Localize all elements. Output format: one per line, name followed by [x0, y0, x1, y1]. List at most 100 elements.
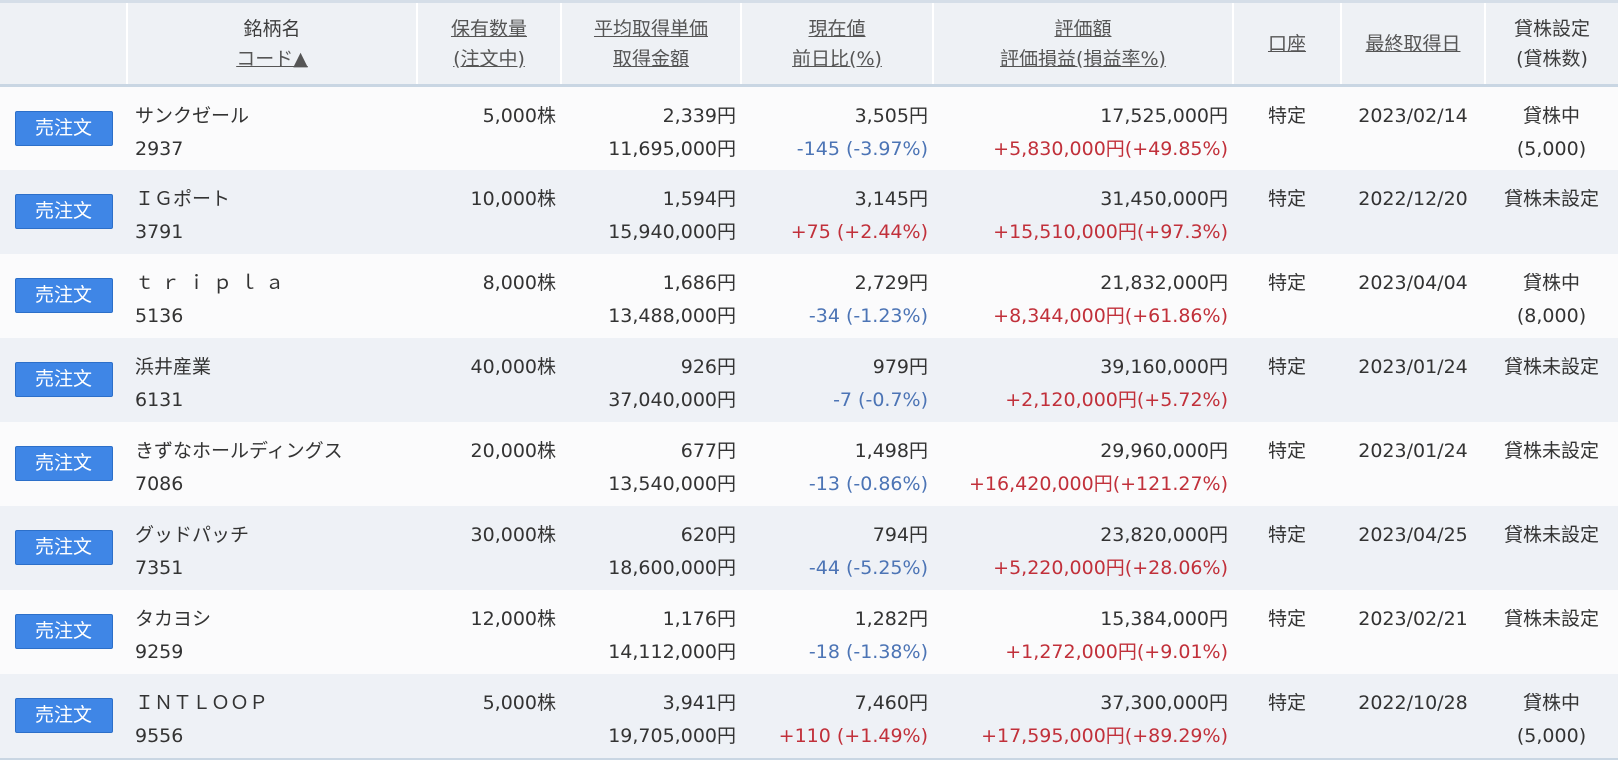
profit-loss: +2,120,000円(+5.72%)	[933, 384, 1228, 417]
sell-order-button[interactable]: 売注文	[14, 698, 113, 733]
sell-order-button[interactable]: 売注文	[14, 194, 113, 229]
date-cell: 2023/04/25	[1341, 505, 1485, 590]
header-code-sort-link[interactable]: コード▲	[128, 44, 416, 74]
action-cell: 売注文	[0, 421, 127, 506]
last-acquired-date: 2023/01/24	[1358, 439, 1468, 462]
sell-order-button[interactable]: 売注文	[14, 110, 113, 146]
header-name-code[interactable]: 銘柄名 コード▲	[127, 3, 418, 87]
last-acquired-date: 2022/12/20	[1358, 187, 1468, 210]
stock-name[interactable]: ｔｒｉｐｌａ	[135, 267, 417, 300]
lending-status: 貸株未設定	[1503, 355, 1599, 378]
name-cell: タカヨシ 9259	[127, 589, 417, 674]
stock-name[interactable]: グッドパッチ	[135, 519, 417, 552]
name-cell: グッドパッチ 7351	[127, 505, 417, 590]
current-price: 1,282円	[854, 607, 928, 630]
price-cell: 794円 -44 (-5.25%)	[741, 505, 933, 590]
acquisition-amount: 18,600,000円	[608, 556, 736, 579]
quantity-cell: 10,000株	[417, 169, 561, 254]
sell-order-button[interactable]: 売注文	[14, 278, 113, 313]
valuation-cell: 29,960,000円 +16,420,000円(+121.27%)	[933, 421, 1233, 506]
sell-order-button[interactable]: 売注文	[14, 362, 113, 397]
average-cost-cell: 926円 37,040,000円	[561, 337, 741, 422]
name-cell: サンクゼール 2937	[127, 85, 417, 170]
header-account-link[interactable]: 口座	[1234, 29, 1340, 59]
account-type: 特定	[1267, 271, 1306, 294]
profit-loss-amount: +2,120,000円	[1005, 388, 1137, 411]
acquisition-amount: 19,705,000円	[608, 724, 736, 747]
day-change: -13 (-0.86%)	[808, 472, 928, 495]
profit-loss-amount: +5,830,000円	[993, 138, 1125, 160]
account-cell: 特定	[1233, 589, 1341, 674]
header-pending-link[interactable]: (注文中)	[418, 44, 560, 74]
holdings-panel: 銘柄名 コード▲ 保有数量 (注文中) 平均取得単価 取得金額 現在値 前日比(…	[0, 0, 1618, 766]
stock-name[interactable]: タカヨシ	[135, 603, 417, 636]
current-price: 7,460円	[854, 691, 928, 714]
sell-order-button[interactable]: 売注文	[14, 530, 113, 565]
day-change: -7 (-0.7%)	[833, 388, 928, 411]
profit-loss: +15,510,000円(+97.3%)	[933, 216, 1228, 249]
header-change-link[interactable]: 前日比(%)	[742, 44, 932, 74]
lending-status: 貸株未設定	[1503, 607, 1599, 630]
account-type: 特定	[1267, 691, 1306, 714]
stock-code: 2937	[135, 138, 184, 160]
lending-status: 貸株中	[1522, 105, 1580, 127]
header-date-link[interactable]: 最終取得日	[1342, 29, 1484, 59]
stock-name[interactable]: サンクゼール	[135, 100, 417, 133]
header-price-link[interactable]: 現在値	[742, 14, 932, 44]
price-cell: 2,729円 -34 (-1.23%)	[741, 253, 933, 338]
price-cell: 1,498円 -13 (-0.86%)	[741, 421, 933, 506]
average-price: 926円	[680, 355, 736, 378]
header-quantity[interactable]: 保有数量 (注文中)	[417, 3, 562, 87]
header-valuation[interactable]: 評価額 評価損益(損益率%)	[933, 3, 1234, 87]
header-last-date[interactable]: 最終取得日	[1341, 3, 1486, 87]
header-lend-label: 貸株設定	[1513, 17, 1590, 40]
profit-loss-rate: (+5.72%)	[1136, 388, 1228, 411]
header-qty-link[interactable]: 保有数量	[418, 14, 560, 44]
account-cell: 特定	[1233, 421, 1341, 506]
account-cell: 特定	[1233, 85, 1341, 170]
stock-name[interactable]: ＩＮＴＬＯＯＰ	[135, 687, 417, 720]
profit-loss-rate: (+121.27%)	[1112, 472, 1228, 495]
account-cell: 特定	[1233, 673, 1341, 758]
action-cell: 売注文	[0, 673, 127, 758]
stock-name[interactable]: きずなホールディングス	[135, 435, 417, 468]
header-account[interactable]: 口座	[1233, 3, 1342, 87]
stock-code: 5136	[135, 304, 184, 327]
average-cost-cell: 1,594円 15,940,000円	[561, 169, 741, 254]
date-cell: 2022/10/28	[1341, 673, 1485, 758]
acquisition-amount: 13,488,000円	[608, 304, 736, 327]
header-average-cost[interactable]: 平均取得単価 取得金額	[561, 3, 742, 87]
account-type: 特定	[1267, 355, 1306, 378]
quantity-cell: 12,000株	[417, 589, 561, 674]
last-acquired-date: 2023/04/25	[1358, 523, 1468, 546]
current-price: 979円	[872, 355, 928, 378]
stock-code: 9259	[135, 640, 184, 663]
profit-loss-amount: +16,420,000円	[969, 472, 1113, 495]
valuation-amount: 29,960,000円	[1100, 439, 1228, 462]
action-cell: 売注文	[0, 169, 127, 254]
holding-quantity: 10,000株	[470, 187, 556, 210]
quantity-cell: 8,000株	[417, 253, 561, 338]
average-price: 3,941円	[662, 691, 736, 714]
sell-order-button[interactable]: 売注文	[14, 614, 113, 649]
lending-status: 貸株未設定	[1503, 187, 1599, 210]
valuation-amount: 37,300,000円	[1100, 691, 1228, 714]
price-cell: 7,460円 +110 (+1.49%)	[741, 673, 933, 758]
stock-name[interactable]: ＩＧポート	[135, 183, 417, 216]
valuation-cell: 21,832,000円 +8,344,000円(+61.86%)	[933, 253, 1233, 338]
date-cell: 2023/01/24	[1341, 337, 1485, 422]
holding-quantity: 8,000株	[482, 271, 556, 294]
header-cost-link[interactable]: 取得金額	[562, 44, 740, 74]
table-row: 売注文 浜井産業 6131 40,000株 926円 37,040,000円 9…	[0, 337, 1618, 422]
header-pl-link[interactable]: 評価損益(損益率%)	[934, 44, 1232, 74]
action-cell: 売注文	[0, 337, 127, 422]
sell-order-button[interactable]: 売注文	[14, 446, 113, 481]
header-avg-link[interactable]: 平均取得単価	[562, 14, 740, 44]
lending-count	[1485, 468, 1618, 501]
stock-name[interactable]: 浜井産業	[135, 351, 417, 384]
header-value-link[interactable]: 評価額	[934, 14, 1232, 44]
current-price: 2,729円	[854, 271, 928, 294]
action-cell: 売注文	[0, 253, 127, 338]
average-cost-cell: 1,686円 13,488,000円	[561, 253, 741, 338]
header-current-price[interactable]: 現在値 前日比(%)	[741, 3, 934, 87]
